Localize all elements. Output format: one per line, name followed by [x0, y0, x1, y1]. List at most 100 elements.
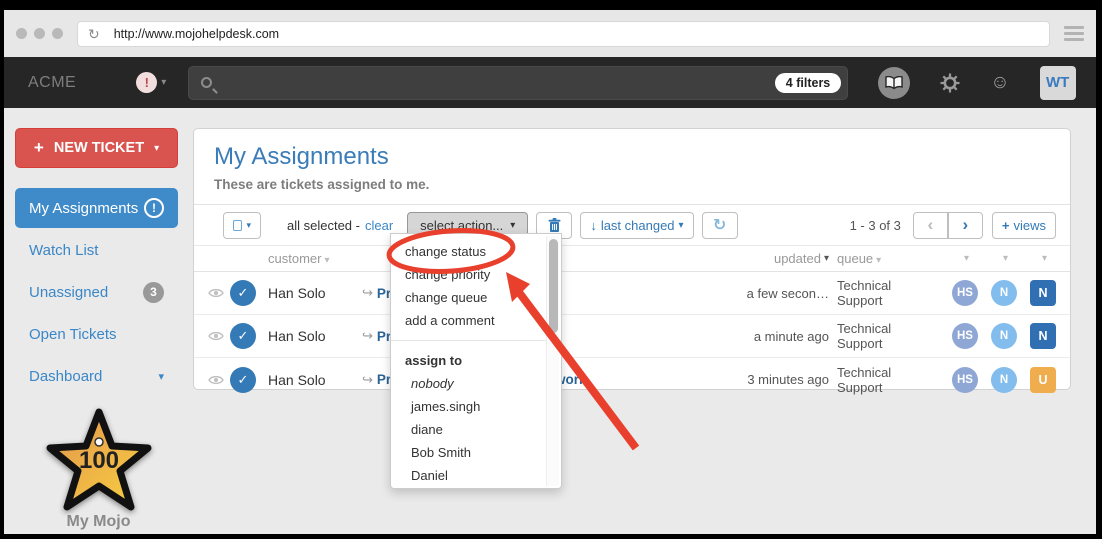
alert-badge[interactable]: ! [136, 72, 157, 93]
sidebar-item-open-tickets[interactable]: Open Tickets [15, 314, 178, 354]
forwarded-arrow-icon: ↪ [362, 328, 373, 344]
queue-name: Technical Support [837, 321, 939, 351]
menu-scrollbar[interactable] [546, 236, 559, 486]
window-zoom-button[interactable] [52, 28, 63, 39]
queue-name: Technical Support [837, 365, 939, 395]
ticket-row[interactable]: ✓ Han Solo ↪ Pr a minute ago Technical S… [194, 315, 1070, 358]
reload-icon[interactable]: ↻ [88, 27, 100, 41]
sidebar-item-unassigned[interactable]: Unassigned 3 [15, 272, 178, 312]
agent-badge[interactable]: N [991, 367, 1017, 393]
column-header-updated[interactable]: updated▾ [729, 251, 829, 266]
column-header-assignee[interactable]: ▾ [952, 253, 978, 264]
tickets-panel: My Assignments These are tickets assigne… [193, 128, 1071, 390]
window-minimize-button[interactable] [34, 28, 45, 39]
window-close-button[interactable] [16, 28, 27, 39]
sidebar-item-watch-list[interactable]: Watch List [15, 230, 178, 270]
agent-badge[interactable]: N [991, 323, 1017, 349]
menu-item-change-queue[interactable]: change queue [391, 286, 561, 309]
window-controls[interactable] [16, 28, 63, 39]
select-action-menu: change status change priority change que… [390, 233, 562, 489]
chevron-right-icon: › [963, 215, 969, 235]
updated-time: a few secon… [729, 286, 829, 301]
sidebar-item-label: Open Tickets [29, 326, 117, 343]
customer-name: Han Solo [268, 285, 358, 301]
settings-gear-icon[interactable] [940, 73, 960, 93]
assignee-badge[interactable]: HS [952, 367, 978, 393]
new-ticket-label: NEW TICKET [54, 140, 144, 156]
mojo-score-widget: 100 My Mojo [4, 408, 193, 531]
ticket-row[interactable]: ✓ Han Solo ↪ Pr a few secon… Technical S… [194, 272, 1070, 315]
sidebar-item-dashboard[interactable]: Dashboard ▾ [15, 356, 178, 396]
next-page-button[interactable]: › [948, 212, 983, 239]
browser-chrome: ↻ http://www.mojohelpdesk.com [4, 10, 1096, 57]
select-all-dropdown[interactable]: ▾ [223, 212, 261, 239]
sidebar-item-my-assignments[interactable]: My Assignments ! [15, 188, 178, 228]
selected-check-icon[interactable]: ✓ [230, 367, 256, 393]
caret-down-icon: ▾ [679, 220, 684, 231]
caret-down-icon: ▾ [158, 370, 164, 383]
menu-item-assign-bob-smith[interactable]: Bob Smith [391, 441, 561, 464]
sort-dropdown[interactable]: ↓ last changed ▾ [580, 212, 693, 239]
menu-scrollbar-thumb[interactable] [549, 239, 558, 333]
customer-name: Han Solo [268, 372, 358, 388]
watch-eye-icon[interactable] [208, 331, 230, 341]
filters-badge[interactable]: 4 filters [775, 73, 841, 93]
menu-item-assign-nobody[interactable]: nobody [391, 372, 561, 395]
status-badge[interactable]: N [1030, 323, 1056, 349]
menu-item-assign-diane[interactable]: diane [391, 418, 561, 441]
ticket-row[interactable]: ✓ Han Solo ↪ Pr work 3 minutes ago Techn… [194, 358, 1070, 401]
agent-badge[interactable]: N [991, 280, 1017, 306]
pagination-range: 1 - 3 of 3 [850, 218, 901, 233]
caret-down-icon: ▾ [510, 220, 515, 231]
column-header-queue[interactable]: queue▾ [837, 251, 939, 266]
knowledge-base-icon[interactable] [878, 67, 910, 99]
user-avatar[interactable]: WT [1040, 66, 1076, 100]
sidebar: + NEW TICKET ▾ My Assignments ! Watch Li… [4, 108, 193, 534]
pager: ‹ › [913, 212, 983, 239]
selected-check-icon[interactable]: ✓ [230, 323, 256, 349]
feedback-smiley-icon[interactable]: ☺ [990, 73, 1009, 92]
browser-menu-icon[interactable] [1064, 26, 1084, 41]
forwarded-arrow-icon: ↪ [362, 372, 373, 388]
clear-selection-link[interactable]: clear [365, 218, 393, 233]
caret-down-icon: ▾ [1003, 253, 1008, 264]
app-navbar: ACME ! ▾ 4 filters [4, 57, 1096, 108]
column-header-priority[interactable]: ▾ [1030, 253, 1056, 264]
views-button[interactable]: + views [992, 212, 1056, 239]
search-input[interactable]: 4 filters [188, 66, 848, 100]
caret-down-icon: ▾ [1042, 253, 1047, 264]
browser-window: ↻ http://www.mojohelpdesk.com ACME ! ▾ 4… [0, 0, 1102, 539]
menu-item-change-status[interactable]: change status [391, 240, 561, 263]
status-badge[interactable]: N [1030, 280, 1056, 306]
page-subtitle: These are tickets assigned to me. [214, 177, 1050, 192]
sidebar-item-label: Unassigned [29, 284, 108, 301]
watch-eye-icon[interactable] [208, 288, 230, 298]
assignee-badge[interactable]: HS [952, 280, 978, 306]
menu-item-add-comment[interactable]: add a comment [391, 309, 561, 332]
refresh-button[interactable]: ↻ [702, 212, 738, 239]
forwarded-arrow-icon: ↪ [362, 285, 373, 301]
alert-caret-icon[interactable]: ▾ [161, 77, 166, 88]
caret-down-icon: ▾ [324, 255, 329, 266]
menu-item-assign-james-singh[interactable]: james.singh [391, 395, 561, 418]
column-header-customer[interactable]: customer▾ [268, 251, 358, 266]
watch-eye-icon[interactable] [208, 375, 230, 385]
count-badge: 3 [143, 282, 164, 303]
column-header-status[interactable]: ▾ [991, 253, 1017, 264]
open-book-icon [885, 76, 903, 90]
checkbox-icon [233, 220, 242, 231]
mojo-star-icon: 100 [44, 408, 154, 512]
new-ticket-button[interactable]: + NEW TICKET ▾ [15, 128, 178, 168]
caret-down-icon: ▾ [964, 253, 969, 264]
selection-status-text: all selected - [287, 218, 360, 233]
menu-item-change-priority[interactable]: change priority [391, 263, 561, 286]
url-text[interactable]: http://www.mojohelpdesk.com [114, 27, 279, 41]
selected-check-icon[interactable]: ✓ [230, 280, 256, 306]
assignee-badge[interactable]: HS [952, 323, 978, 349]
menu-item-assign-daniel[interactable]: Daniel [391, 464, 561, 487]
exclamation-badge: ! [144, 198, 164, 218]
status-badge[interactable]: U [1030, 367, 1056, 393]
url-bar[interactable]: ↻ http://www.mojohelpdesk.com [77, 21, 1050, 47]
previous-page-button[interactable]: ‹ [913, 212, 948, 239]
updated-time: 3 minutes ago [729, 372, 829, 387]
